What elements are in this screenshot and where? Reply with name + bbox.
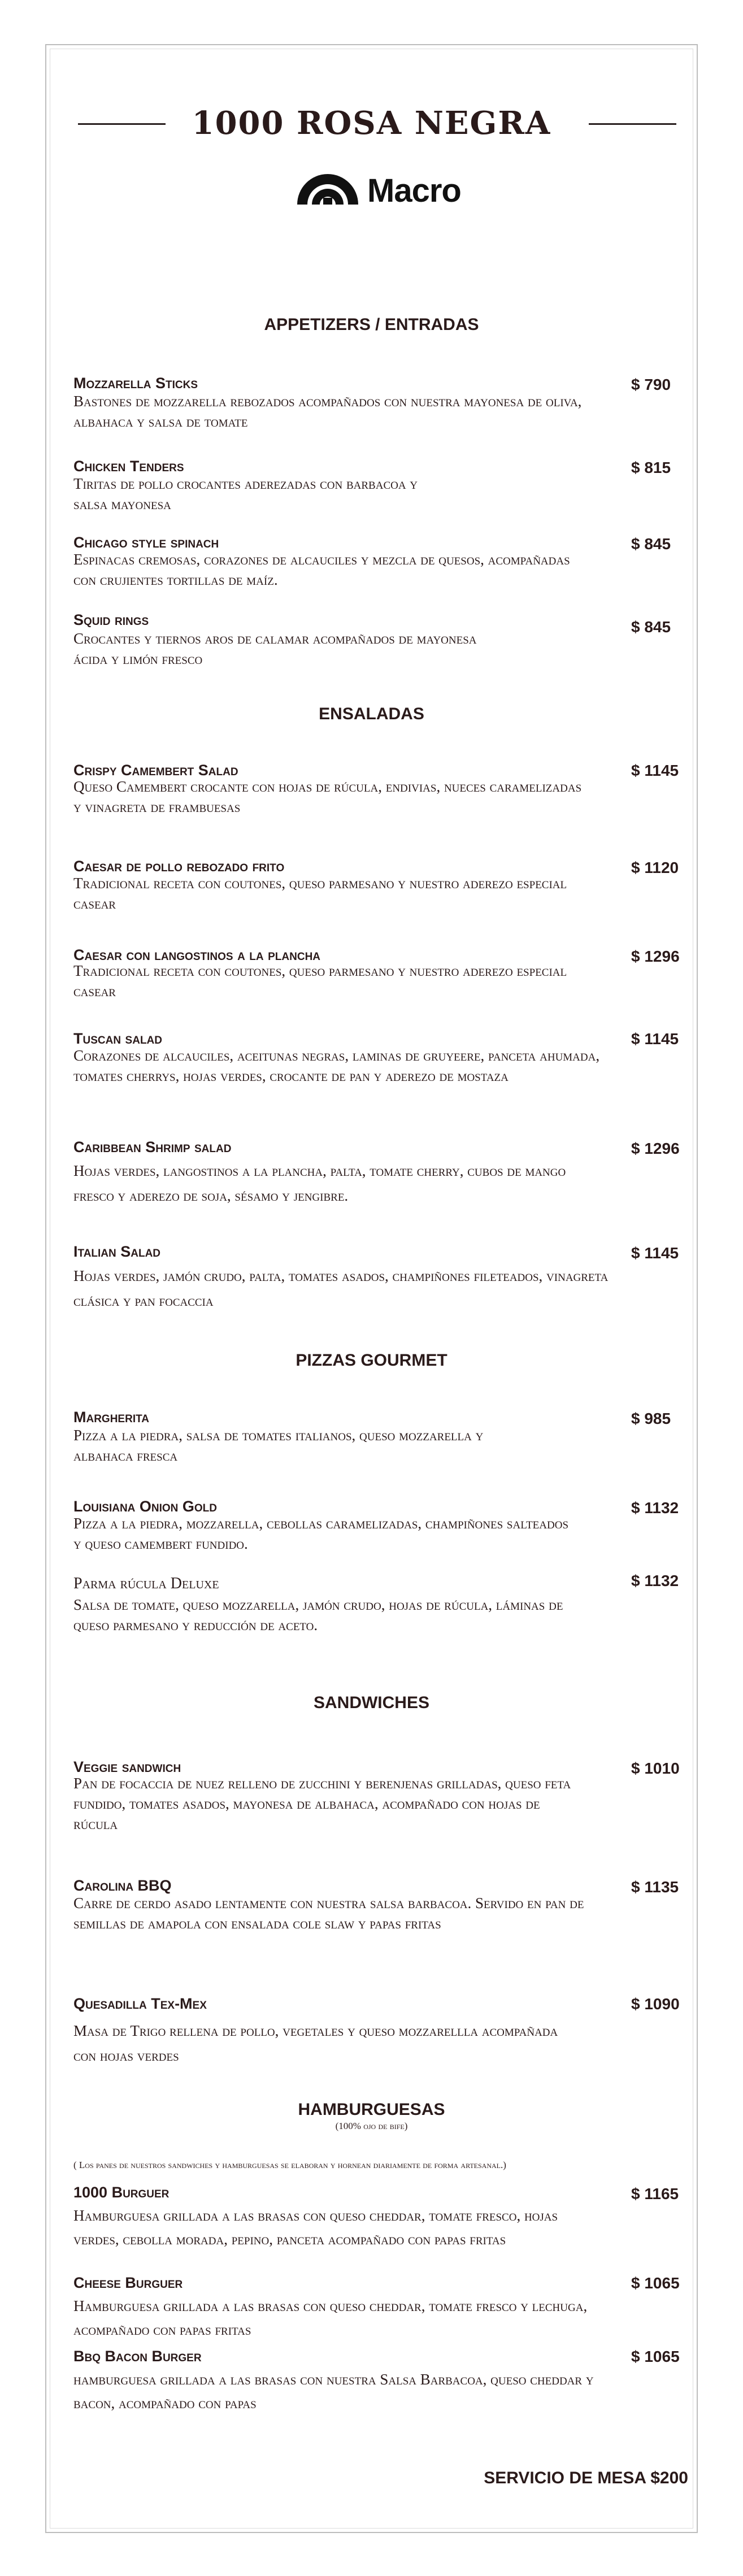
item-price: $ 1132	[631, 1499, 679, 1517]
item-name: Italian Salad	[73, 1243, 161, 1260]
item-description: Pizza a la piedra, salsa de tomates ital…	[73, 1427, 484, 1464]
item-name: Caribbean Shrimp salad	[73, 1139, 232, 1155]
item-name: Margherita	[73, 1409, 150, 1426]
item-price: $ 1065	[631, 2274, 680, 2292]
item-price: $ 1296	[631, 1140, 680, 1157]
section-title-salads: ENSALADAS	[319, 705, 424, 723]
section-subtitle-burgers: (100% ojo de bife)	[335, 2121, 408, 2131]
item-name: Parma rúcula Deluxe	[73, 1575, 219, 1592]
item-price: $ 1145	[631, 1030, 679, 1048]
item-description: Corazones de alcauciles, aceitunas negra…	[73, 1047, 600, 1084]
item-price: $ 1145	[631, 1244, 679, 1262]
item-description: hamburguesa grillada a las brasas con nu…	[73, 2371, 594, 2412]
item-description: Tradicional receta con coutones, queso p…	[73, 962, 567, 1000]
item-description: Crocantes y tiernos aros de calamar acom…	[73, 630, 477, 667]
item-price: $ 1296	[631, 948, 680, 965]
item-price: $ 1132	[631, 1572, 679, 1589]
item-description: Queso Camembert crocante con hojas de rú…	[73, 778, 582, 815]
bread-note: ( Los panes de nuestros sandwiches y ham…	[73, 2160, 506, 2170]
item-price: $ 985	[631, 1410, 671, 1427]
item-price: $ 845	[631, 618, 671, 636]
macro-logo-icon	[297, 174, 358, 205]
title-rule-right	[589, 123, 676, 125]
item-price: $ 1090	[631, 1995, 680, 2013]
item-description: Pan de focaccia de nuez relleno de zucch…	[73, 1775, 571, 1832]
item-description: Pizza a la piedra, mozzarella, cebollas …	[73, 1515, 569, 1552]
item-name: Carolina BBQ	[73, 1877, 172, 1894]
item-description: Hojas verdes, jamón crudo, palta, tomate…	[73, 1267, 609, 1309]
item-price: $ 790	[631, 376, 671, 393]
item-name: Cheese Burguer	[73, 2274, 183, 2291]
item-name: 1000 Burguer	[73, 2184, 170, 2201]
item-name: Chicken Tenders	[73, 458, 184, 475]
item-description: Espinacas cremosas, corazones de alcauci…	[73, 551, 570, 588]
item-description: Carre de cerdo asado lentamente con nues…	[73, 1895, 584, 1932]
item-description: Tradicional receta con coutones, queso p…	[73, 875, 567, 912]
item-price: $ 1165	[631, 2185, 679, 2203]
section-title-burgers: HAMBURGUESAS	[298, 2100, 445, 2119]
item-description: Salsa de tomate, queso mozzarella, jamón…	[73, 1596, 563, 1634]
item-name: Mozzarella Sticks	[73, 375, 198, 392]
item-name: Quesadilla Tex-Mex	[73, 1995, 207, 2012]
item-description: Tiritas de pollo crocantes aderezadas co…	[73, 475, 418, 512]
item-description: Bastones de mozzarella rebozados acompañ…	[73, 393, 582, 430]
section-title-pizzas: PIZZAS GOURMET	[296, 1351, 447, 1370]
item-price: $ 845	[631, 535, 671, 553]
item-name: Squid rings	[73, 611, 149, 628]
item-name: Bbq Bacon Burger	[73, 2348, 202, 2365]
item-price: $ 1145	[631, 762, 679, 779]
item-price: $ 815	[631, 459, 671, 476]
item-description: Hojas verdes, langostinos a la plancha, …	[73, 1162, 566, 1204]
item-price: $ 1065	[631, 2348, 680, 2365]
item-description: Hamburguesa grillada a las brasas con qu…	[73, 2207, 558, 2248]
section-title-sandwiches: SANDWICHES	[313, 1693, 429, 1712]
logo-text: Macro	[367, 172, 462, 209]
section-title-appetizers: APPETIZERS / ENTRADAS	[264, 315, 479, 334]
item-description: Masa de Trigo rellena de pollo, vegetale…	[73, 2022, 558, 2064]
service-charge: SERVICIO DE MESA $200	[484, 2469, 688, 2487]
item-price: $ 1010	[631, 1760, 680, 1777]
macro-logo: Macro	[294, 170, 475, 215]
item-description: Hamburguesa grillada a las brasas con qu…	[73, 2297, 588, 2338]
item-price: $ 1120	[631, 859, 679, 876]
